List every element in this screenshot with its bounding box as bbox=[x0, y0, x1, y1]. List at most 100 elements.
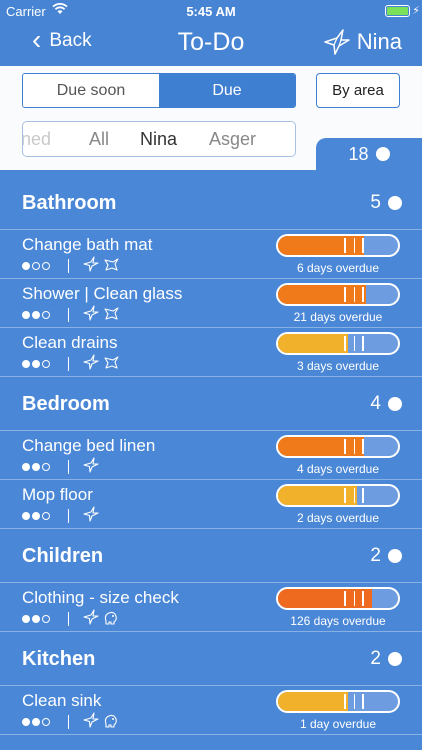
progress-tick bbox=[353, 591, 356, 606]
section-title: Bathroom bbox=[22, 192, 117, 214]
priority-dot bbox=[42, 615, 50, 623]
count-dot-icon bbox=[388, 652, 402, 666]
task-row[interactable]: Clean drains 3 days overdue bbox=[0, 328, 422, 377]
count-dot-icon bbox=[388, 397, 402, 411]
clock: 5:45 AM bbox=[186, 4, 236, 19]
bird-icon bbox=[83, 711, 99, 733]
progress-tick bbox=[344, 287, 346, 302]
task-meta bbox=[22, 255, 119, 277]
priority-dot bbox=[22, 615, 30, 623]
progress-fill bbox=[278, 334, 348, 353]
progress-fill bbox=[278, 692, 348, 711]
progress-tick bbox=[362, 694, 364, 709]
progress-tick bbox=[344, 488, 346, 503]
priority-dot bbox=[32, 615, 40, 623]
overdue-progress-bar bbox=[276, 587, 400, 610]
row-divider bbox=[0, 376, 422, 377]
bird-icon bbox=[83, 304, 99, 326]
task-row[interactable]: Clean sink 1 day overdue bbox=[0, 686, 422, 735]
fox-icon bbox=[103, 354, 119, 375]
person-option-all[interactable]: All bbox=[89, 129, 109, 150]
progress-tick bbox=[353, 336, 356, 351]
progress-tick bbox=[344, 336, 346, 351]
assignees bbox=[83, 304, 119, 326]
segment-due-soon[interactable]: Due soon bbox=[23, 74, 159, 107]
task-row[interactable]: Clothing - size check 126 days overdue bbox=[0, 583, 422, 632]
task-title: Mop floor bbox=[22, 485, 93, 504]
section-title: Bedroom bbox=[22, 393, 110, 415]
bird-icon bbox=[83, 456, 99, 478]
task-row[interactable]: Shower | Clean glass 21 days overdue bbox=[0, 279, 422, 328]
battery-icon bbox=[385, 5, 410, 17]
fox-icon bbox=[103, 256, 119, 277]
person-option-partial[interactable]: ned bbox=[23, 129, 51, 150]
overdue-progress-bar bbox=[276, 332, 400, 355]
nav-bar: ‹ Back To-Do Nina bbox=[0, 22, 422, 66]
section-header: Bathroom 5 bbox=[0, 182, 422, 224]
progress-tick bbox=[362, 238, 364, 253]
task-title: Clean drains bbox=[22, 333, 118, 352]
task-meta bbox=[22, 608, 119, 630]
by-area-button[interactable]: By area bbox=[316, 73, 400, 108]
task-title: Clean sink bbox=[22, 691, 102, 710]
task-meta bbox=[22, 304, 119, 326]
status-bar: Carrier 5:45 AM ⚡ bbox=[0, 0, 422, 22]
overdue-label: 1 day overdue bbox=[299, 717, 377, 731]
section-count-value: 2 bbox=[370, 648, 381, 669]
task-title: Shower | Clean glass bbox=[22, 284, 183, 303]
priority-dot bbox=[22, 311, 30, 319]
task-row[interactable]: Change bed linen 4 days overdue bbox=[0, 431, 422, 480]
section-title: Children bbox=[22, 545, 104, 567]
meta-separator bbox=[68, 308, 69, 322]
priority-dot bbox=[32, 311, 40, 319]
row-divider bbox=[0, 734, 422, 735]
meta-separator bbox=[68, 460, 69, 474]
progress-tick bbox=[353, 238, 356, 253]
progress-tick bbox=[344, 238, 346, 253]
progress-tick bbox=[353, 439, 356, 454]
progress-tick bbox=[362, 591, 364, 606]
task-title: Change bath mat bbox=[22, 235, 153, 254]
priority-dot bbox=[42, 311, 50, 319]
person-option-asger[interactable]: Asger bbox=[209, 129, 256, 150]
section-count: 2 bbox=[370, 648, 402, 670]
progress-tick bbox=[353, 287, 356, 302]
total-count-badge: 18 bbox=[316, 138, 422, 170]
task-row[interactable]: Change bath mat 6 days overdue bbox=[0, 230, 422, 279]
priority-dot bbox=[32, 262, 40, 270]
bird-icon bbox=[83, 255, 99, 277]
segment-due[interactable]: Due bbox=[159, 74, 295, 107]
section-count-value: 4 bbox=[370, 393, 381, 414]
assignees bbox=[83, 353, 119, 375]
priority-dot bbox=[42, 512, 50, 520]
meta-separator bbox=[68, 259, 69, 273]
task-meta bbox=[22, 505, 99, 527]
overdue-label: 2 days overdue bbox=[296, 511, 380, 525]
overdue-progress-bar bbox=[276, 690, 400, 713]
priority-dot bbox=[42, 262, 50, 270]
person-picker[interactable]: ned All Nina Asger bbox=[22, 121, 296, 157]
assignees bbox=[83, 505, 99, 527]
progress-tick bbox=[362, 439, 364, 454]
progress-tick bbox=[344, 439, 346, 454]
overdue-progress-bar bbox=[276, 484, 400, 507]
assignees bbox=[83, 711, 119, 733]
assignees bbox=[83, 608, 119, 630]
section-title: Kitchen bbox=[22, 648, 96, 670]
task-title: Change bed linen bbox=[22, 436, 156, 455]
progress-tick bbox=[362, 488, 364, 503]
count-dot-icon bbox=[388, 549, 402, 563]
priority-dot bbox=[32, 360, 40, 368]
overdue-label: 126 days overdue bbox=[290, 614, 386, 628]
total-count: 18 bbox=[348, 143, 369, 164]
progress-tick bbox=[353, 488, 356, 503]
overdue-progress-bar bbox=[276, 234, 400, 257]
section-count: 4 bbox=[370, 393, 402, 415]
person-option-nina[interactable]: Nina bbox=[140, 129, 177, 150]
progress-fill bbox=[278, 589, 372, 608]
progress-tick bbox=[344, 694, 346, 709]
priority-dot bbox=[42, 718, 50, 726]
user-switch-button[interactable]: Nina bbox=[323, 28, 402, 56]
task-row[interactable]: Mop floor 2 days overdue bbox=[0, 480, 422, 529]
priority-dot bbox=[42, 360, 50, 368]
